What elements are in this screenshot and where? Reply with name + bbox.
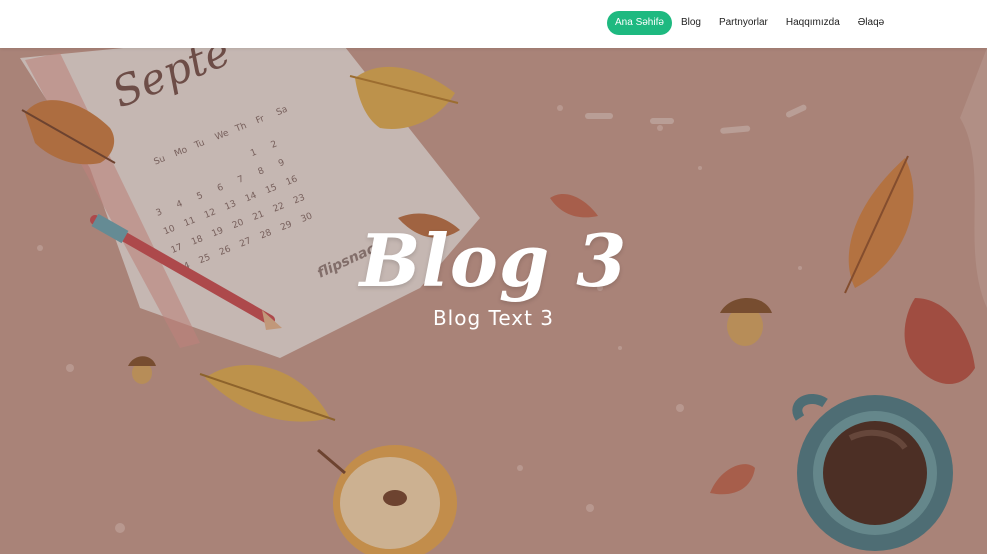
nav-item-partners[interactable]: Partnyorlar: [710, 11, 777, 35]
hero-subtitle: Blog Text 3: [432, 306, 555, 330]
hero-banner: Septe Su Mo Tu We Th Fr Sa 1 2 3 4 5 6 7 8 9 10 11 12 13 14…: [0, 48, 987, 554]
nav-item-contact[interactable]: Əlaqə: [849, 11, 893, 35]
main-nav: Ana Səhifə Blog Partnyorlar Haqqımızda Ə…: [607, 11, 893, 35]
nav-item-home[interactable]: Ana Səhifə: [607, 11, 672, 35]
top-navbar: Ana Səhifə Blog Partnyorlar Haqqımızda Ə…: [0, 0, 987, 48]
nav-item-blog[interactable]: Blog: [672, 11, 710, 35]
hero-title: Blog 3: [359, 218, 628, 303]
nav-item-about[interactable]: Haqqımızda: [777, 11, 849, 35]
